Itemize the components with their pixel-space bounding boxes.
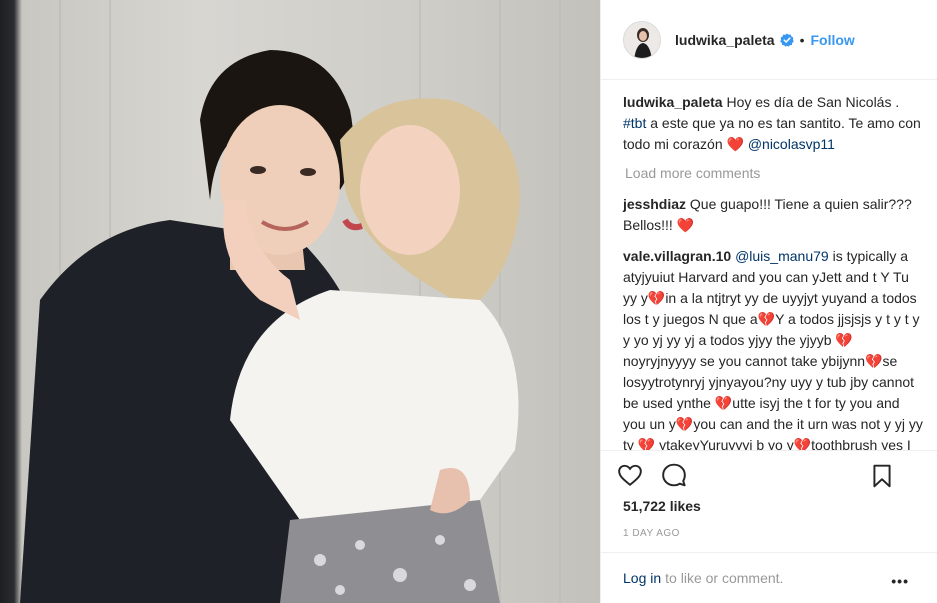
caption-hashtag[interactable]: #tbt	[623, 115, 646, 131]
avatar-image	[624, 21, 660, 58]
comments-list[interactable]: ludwika_paleta Hoy es día de San Nicolás…	[601, 80, 937, 450]
post-author-username[interactable]: ludwika_paleta	[675, 32, 775, 48]
heart-emoji: ❤️	[726, 136, 744, 152]
bookmark-icon[interactable]	[869, 463, 895, 489]
post-caption: ludwika_paleta Hoy es día de San Nicolás…	[623, 92, 925, 155]
comment-bubble-icon[interactable]	[661, 462, 687, 488]
separator-dot: •	[799, 31, 805, 48]
comment-username[interactable]: vale.villagran.10	[623, 248, 731, 264]
load-more-comments-button[interactable]: Load more comments	[625, 163, 925, 184]
login-prompt-text: to like or comment.	[665, 570, 784, 586]
more-options-icon[interactable]: •••	[891, 573, 909, 589]
caption-mention[interactable]: @nicolasvp11	[748, 136, 835, 152]
heart-outline-icon[interactable]	[617, 462, 643, 488]
heart-emoji: ❤️	[676, 217, 695, 233]
comment-item: vale.villagran.10 @luis_manu79 is typica…	[623, 246, 925, 450]
action-bar	[601, 450, 937, 498]
follow-button[interactable]: Follow	[811, 32, 855, 48]
like-count[interactable]: 51,722 likes	[623, 498, 701, 514]
comment-text: is typically a atyjyuiut Harvard and you…	[623, 248, 923, 450]
post-header: ludwika_paleta • Follow	[601, 0, 937, 80]
caption-text-1: Hoy es día de San Nicolás .	[722, 94, 900, 110]
post-photo	[0, 0, 600, 603]
comment-username[interactable]: jesshdiaz	[623, 196, 686, 212]
login-link[interactable]: Log in	[623, 570, 661, 586]
verified-badge-icon	[779, 33, 794, 47]
comment-mention[interactable]: @luis_manu79	[735, 248, 829, 264]
comment-item: jesshdiaz Que guapo!!! Tiene a quien sal…	[623, 194, 925, 236]
post-timestamp[interactable]: 1 DAY AGO	[623, 528, 680, 539]
caption-username[interactable]: ludwika_paleta	[623, 94, 723, 110]
photo-illustration	[20, 0, 561, 603]
avatar[interactable]	[623, 20, 661, 59]
post-sidebar: ludwika_paleta • Follow ludwika_paleta H…	[600, 0, 937, 603]
login-prompt: Log in to like or comment. •••	[601, 552, 937, 603]
